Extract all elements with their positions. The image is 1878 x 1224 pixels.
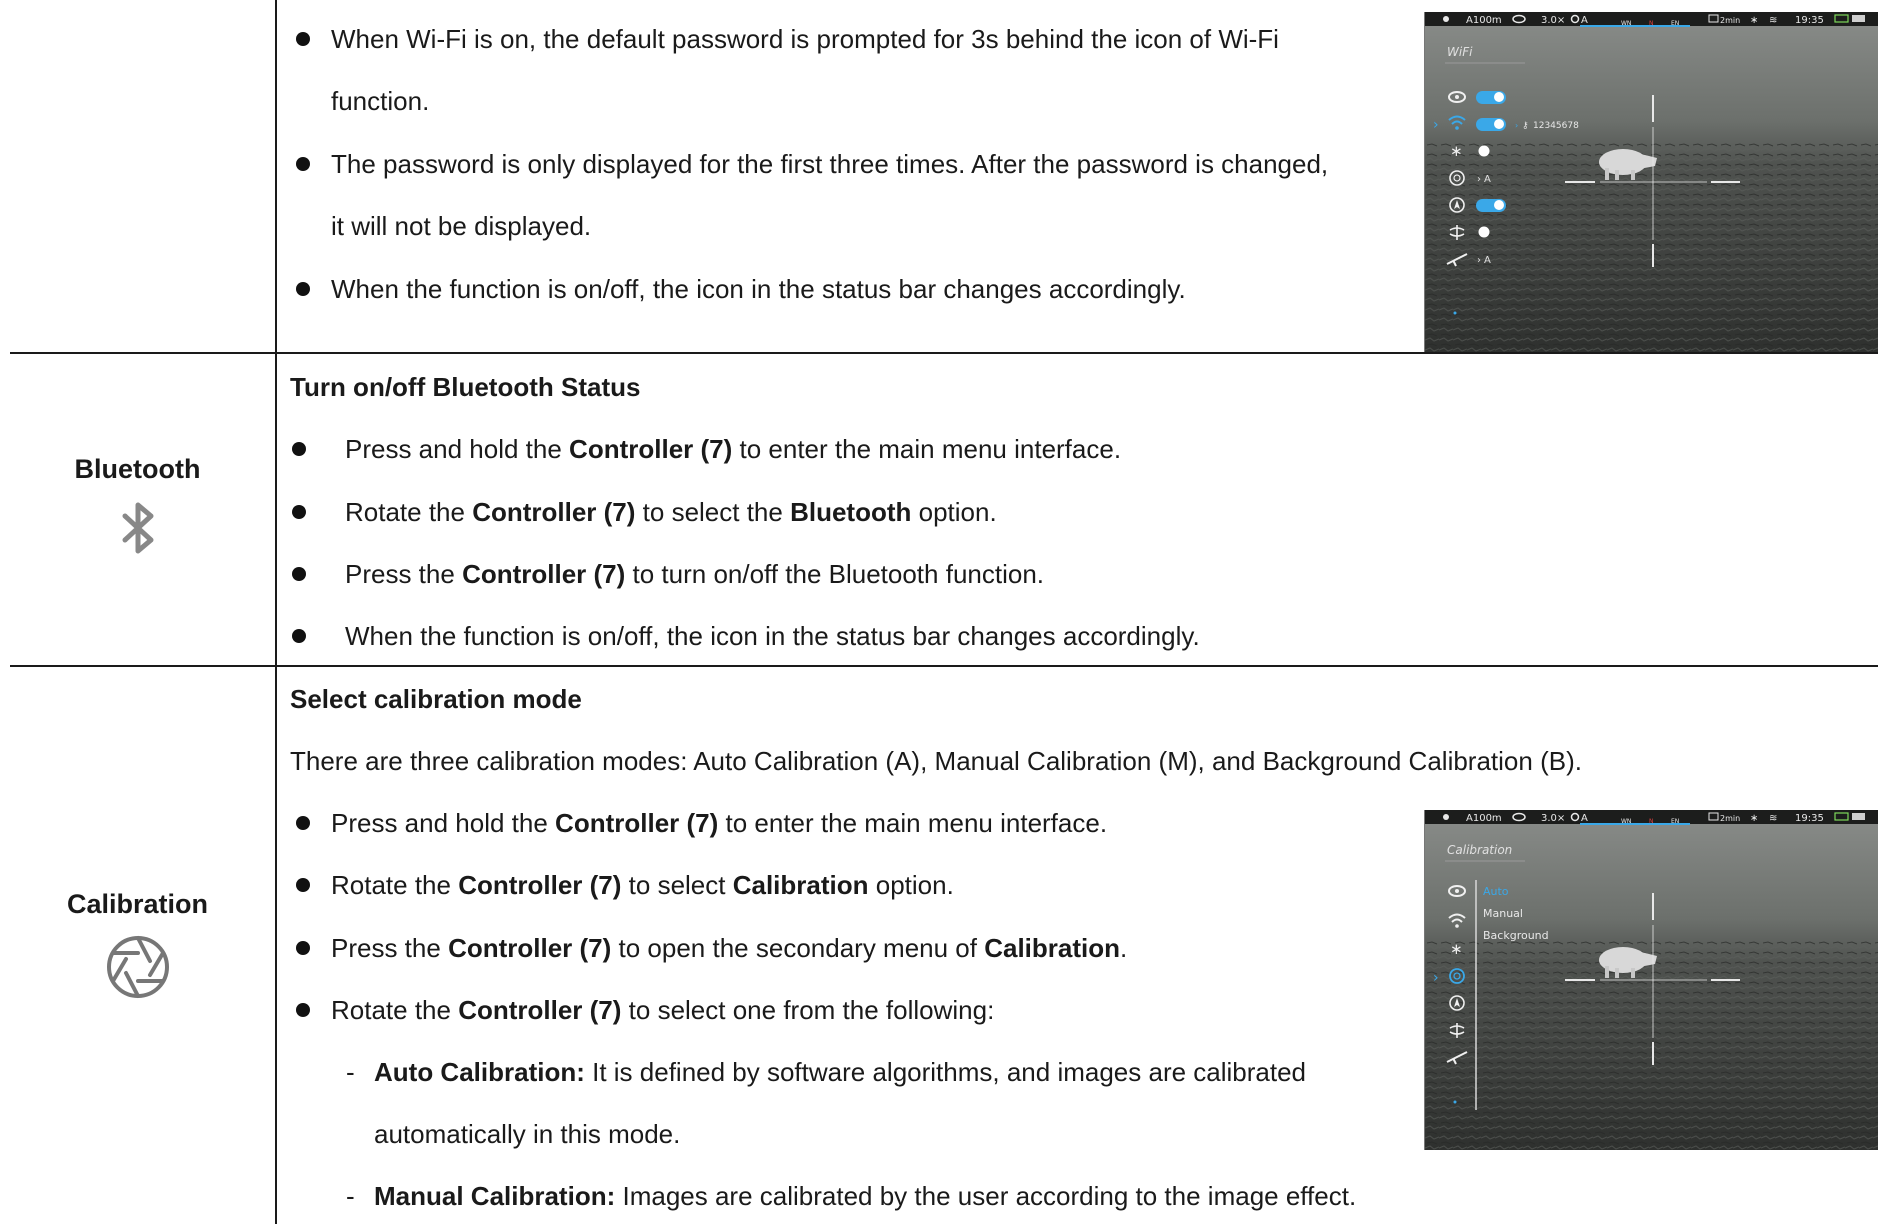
selection-arrow: › [1433, 970, 1439, 986]
bt-status-icon: ∗ [1750, 813, 1758, 824]
menu-title: Calibration [1447, 843, 1512, 857]
time-text: 19:35 [1795, 15, 1824, 26]
bluetooth-row: Bluetooth Turn on/off Bluetooth Status P… [0, 354, 1878, 665]
bluetooth-icon: ∗ [1450, 142, 1463, 160]
sun-icon [1443, 814, 1449, 820]
bullet [292, 442, 306, 456]
bullet-text: Rotate the Controller (7) to select the … [345, 497, 997, 527]
sub-dash: - [346, 1057, 355, 1087]
section-heading: Turn on/off Bluetooth Status [290, 372, 641, 402]
wifi-device-screenshot: A100m 3.0× A WN N EN 2min ∗ ≋ 19:35 WiFi… [1424, 12, 1878, 352]
wifi-row: When Wi-Fi is on, the default password i… [0, 0, 1878, 352]
option-background: Background [1483, 929, 1549, 942]
option-manual: Manual [1483, 907, 1523, 920]
bullet-text: The password is only displayed for the f… [331, 149, 1329, 179]
function-name: Calibration [66, 889, 208, 919]
calibration-icon [106, 936, 169, 998]
toggle-off [1478, 145, 1490, 157]
bullet [296, 1003, 310, 1017]
section-intro: There are three calibration modes: Auto … [290, 746, 1582, 776]
thermal-view: A100m 3.0× A WN N EN 2min ∗ ≋ 19:35 [1425, 12, 1878, 352]
bullet [292, 629, 306, 643]
range-text: A100m [1466, 813, 1502, 824]
bullet-text: When Wi-Fi is on, the default password i… [331, 24, 1279, 54]
bullet-text: Press and hold the Controller (7) to ent… [345, 434, 1122, 464]
timer-text: 2min [1720, 16, 1740, 25]
section-heading: Select calibration mode [290, 684, 582, 714]
rifle-mode-label: A [1484, 255, 1491, 266]
option-auto: Auto [1483, 885, 1509, 898]
calibration-device-screenshot: A100m 3.0× A WN N EN 2min ∗ ≋ 19:35 Cali… [1424, 810, 1878, 1150]
range-text: A100m [1466, 15, 1502, 26]
selection-arrow: › [1433, 117, 1439, 133]
bullet [296, 941, 310, 955]
bluetooth-label-cell: Bluetooth [0, 454, 275, 557]
toggle-off [1478, 226, 1490, 238]
sub-dash: - [346, 1181, 355, 1211]
battery-icon [1852, 15, 1865, 22]
battery-icon [1852, 813, 1865, 820]
bullet [296, 157, 310, 171]
time-text: 19:35 [1795, 813, 1824, 824]
timer-text: 2min [1720, 814, 1740, 823]
sub-item: Manual Calibration: Images are calibrate… [374, 1181, 1357, 1211]
wifi-password: 12345678 [1533, 121, 1579, 131]
key-icon: ⚷ [1522, 121, 1529, 131]
thermal-view: A100m 3.0× A WN N EN 2min ∗ ≋ 19:35 [1425, 810, 1878, 1150]
cal-mode-text: A [1581, 813, 1588, 824]
bullet-text: Rotate the Controller (7) to select Cali… [331, 870, 954, 900]
bullet-text: Rotate the Controller (7) to select one … [331, 995, 995, 1025]
bullet-text-cont: it will not be displayed. [331, 211, 592, 241]
sun-icon [1443, 16, 1449, 22]
bullet-text: When the function is on/off, the icon in… [331, 274, 1186, 304]
sub-item: Auto Calibration: It is defined by softw… [374, 1057, 1307, 1087]
wifi-status-icon: ≋ [1769, 15, 1777, 26]
svg-text:›: › [1515, 121, 1518, 130]
bullet-text: Press the Controller (7) to open the sec… [331, 933, 1128, 963]
cal-mode-label: A [1484, 174, 1491, 185]
bullet-text-cont: function. [331, 86, 430, 116]
wifi-status-icon: ≋ [1769, 813, 1777, 824]
bluetooth-icon [122, 502, 153, 554]
bullet [292, 567, 306, 581]
zoom-text: 3.0× [1541, 813, 1565, 824]
calibration-label-cell: Calibration [0, 889, 275, 1000]
manual-table: When Wi-Fi is on, the default password i… [0, 0, 1878, 1224]
bluetooth-icon: ∗ [1450, 940, 1463, 958]
bullet-text: Press the Controller (7) to turn on/off … [345, 559, 1045, 589]
menu-title: WiFi [1447, 45, 1473, 59]
cal-mode-text: A [1581, 15, 1588, 26]
bullet [296, 878, 310, 892]
bullet [296, 816, 310, 830]
function-name: Bluetooth [74, 454, 201, 484]
svg-text:›: › [1477, 174, 1481, 185]
sub-item-cont: automatically in this mode. [374, 1119, 681, 1149]
svg-text:›: › [1477, 255, 1481, 266]
bullet-text: Press and hold the Controller (7) to ent… [331, 808, 1108, 838]
bt-status-icon: ∗ [1750, 15, 1758, 26]
bullet [292, 505, 306, 519]
bullet [296, 32, 310, 46]
zoom-text: 3.0× [1541, 15, 1565, 26]
calibration-row: Calibration Select calibration mode Ther… [0, 667, 1878, 1224]
bullet-text: When the function is on/off, the icon in… [345, 621, 1200, 651]
bullet [296, 282, 310, 296]
